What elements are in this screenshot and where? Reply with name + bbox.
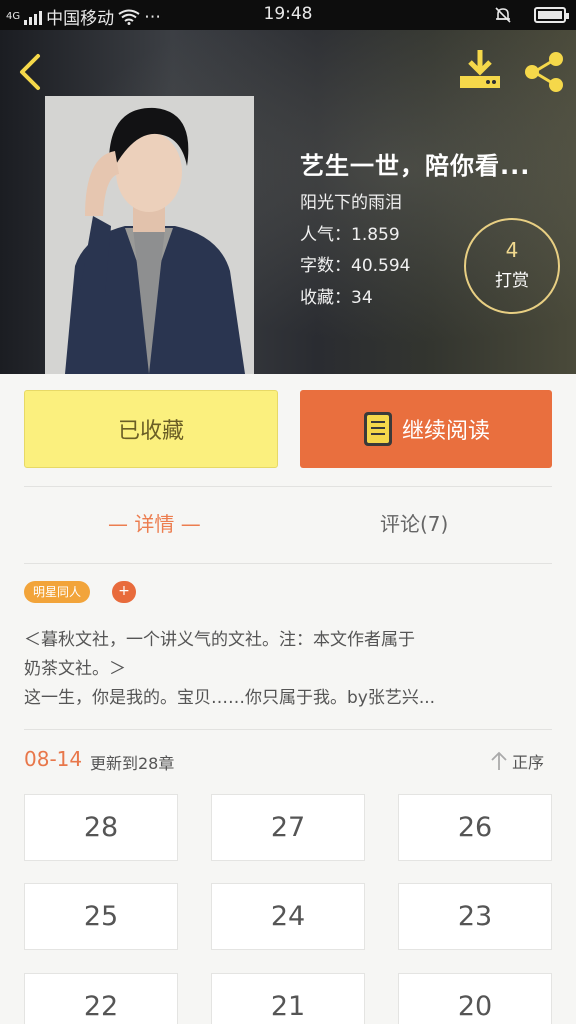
category-tag[interactable]: 明星同人 <box>24 581 91 603</box>
favorited-label: 已收藏 <box>117 419 184 444</box>
description-line: 这一生，你是我的。宝贝……你只属于我。by张艺兴... <box>24 688 436 708</box>
continue-reading-button[interactable]: 继续阅读 <box>300 390 552 468</box>
update-date: 08-14 <box>24 747 83 771</box>
tab-detail[interactable]: — 详情 — <box>108 508 201 537</box>
book-cover-image[interactable] <box>45 96 254 374</box>
add-tag-button[interactable]: + <box>112 581 136 603</box>
update-status: 更新到28章 <box>90 754 175 773</box>
book-title: 艺生一世，陪你看... <box>300 152 531 180</box>
chapter-item[interactable]: 25 <box>24 883 178 950</box>
battery-icon <box>534 7 569 23</box>
chapter-item[interactable]: 20 <box>398 973 552 1024</box>
sort-toggle[interactable]: 正序 <box>490 749 544 773</box>
reward-button[interactable]: 4 打赏 <box>464 218 560 314</box>
book-description[interactable]: ＜暮秋文社，一个讲义气的文社。注：本文作者属于 奶茶文社。＞ 这一生，你是我的。… <box>24 626 552 713</box>
chapter-item[interactable]: 23 <box>398 883 552 950</box>
divider <box>24 563 552 564</box>
sort-up-arrow-icon <box>491 751 507 770</box>
chapter-item[interactable]: 26 <box>398 794 552 861</box>
divider <box>24 729 552 730</box>
book-header: 艺生一世，陪你看... 阳光下的雨泪 人气：1.859 字数：40.594 收藏… <box>0 30 576 374</box>
sort-label: 正序 <box>512 753 545 772</box>
download-icon[interactable] <box>456 48 504 92</box>
book-word-count: 字数：40.594 <box>300 256 411 276</box>
book-icon <box>363 412 392 446</box>
book-favorites: 收藏：34 <box>300 288 373 308</box>
favorited-button[interactable]: 已收藏 <box>24 390 278 468</box>
chapter-item[interactable]: 24 <box>211 883 365 950</box>
tab-comments[interactable]: 评论(7) <box>380 508 448 537</box>
mute-bell-icon <box>495 7 511 23</box>
chapter-item[interactable]: 22 <box>24 973 178 1024</box>
book-author[interactable]: 阳光下的雨泪 <box>300 188 402 213</box>
reward-count: 4 <box>505 238 519 262</box>
description-line: 奶茶文社。＞ <box>24 659 126 679</box>
clock: 19:48 <box>263 4 313 24</box>
status-bar: 4G 中国移动 ⋯ 19:48 <box>0 0 576 30</box>
chapter-item[interactable]: 21 <box>211 973 365 1024</box>
share-icon[interactable] <box>522 50 566 94</box>
chapter-item[interactable]: 28 <box>24 794 178 861</box>
book-popularity: 人气：1.859 <box>300 225 400 245</box>
back-arrow-icon[interactable] <box>14 52 50 92</box>
reward-label: 打赏 <box>495 271 529 291</box>
continue-reading-label: 继续阅读 <box>401 419 490 444</box>
description-line: ＜暮秋文社，一个讲义气的文社。注：本文作者属于 <box>24 630 415 650</box>
chapter-item[interactable]: 27 <box>211 794 365 861</box>
divider <box>24 486 552 487</box>
